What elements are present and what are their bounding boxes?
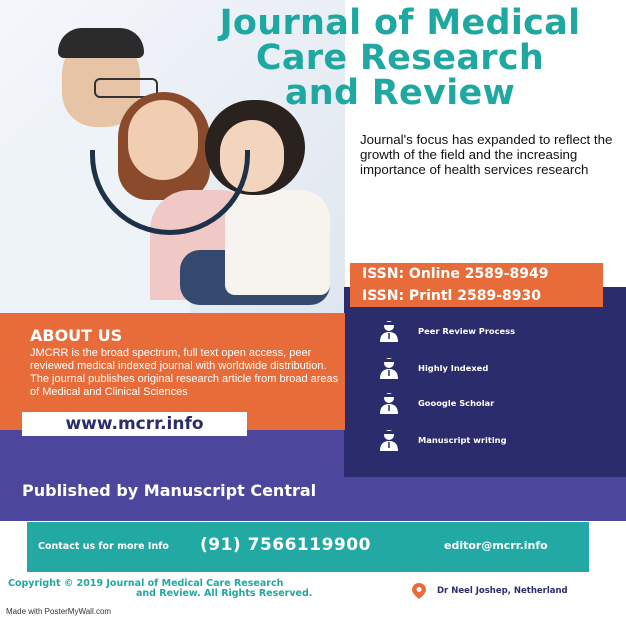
doctor-icon: [378, 392, 400, 414]
feature-label: Manuscript writing: [418, 435, 507, 445]
feature-google-scholar: Gooogle Scholar: [378, 392, 494, 414]
feature-label: Highly Indexed: [418, 363, 489, 373]
girl-shirt: [225, 190, 330, 295]
feature-label: Peer Review Process: [418, 326, 516, 336]
poster-title: Journal of Medical Care Research and Rev…: [174, 6, 626, 111]
issn-print: ISSN: Printl 2589-8930: [350, 285, 603, 307]
focus-description: Journal's focus has expanded to reflect …: [360, 132, 613, 177]
made-with-credit: Made with PosterMyWall.com: [6, 607, 112, 616]
about-body: JMCRR is the broad spectrum, full text o…: [30, 347, 339, 398]
website-link[interactable]: www.mcrr.info: [22, 412, 247, 436]
title-line-2: Care Research: [255, 38, 545, 78]
location-pin-icon: [412, 583, 426, 599]
published-by: Published by Manuscript Central: [22, 481, 317, 500]
title-line-3: and Review: [284, 73, 516, 113]
phone-number[interactable]: (91) 7566119900: [200, 535, 371, 555]
contact-label: Contact us for more Info: [38, 541, 169, 552]
feature-label: Gooogle Scholar: [418, 398, 495, 408]
doctor-icon: [378, 320, 400, 342]
doctor-icon: [378, 357, 400, 379]
feature-peer-review: Peer Review Process: [378, 320, 515, 342]
doctor-icon: [378, 429, 400, 451]
doctor-hair: [58, 28, 144, 58]
location-name: Dr Neel Joshep, Netherland: [437, 586, 568, 596]
email-link[interactable]: editor@mcrr.info: [444, 539, 548, 552]
issn-online: ISSN: Online 2589-8949: [350, 263, 603, 285]
feature-highly-indexed: Highly Indexed: [378, 357, 488, 379]
copyright-line-2: and Review. All Rights Reserved.: [136, 588, 313, 599]
title-line-1: Journal of Medical: [219, 3, 581, 43]
copyright-text: Copyright © 2019 Journal of Medical Care…: [8, 579, 388, 599]
about-heading: ABOUT US: [30, 326, 123, 345]
feature-manuscript-writing: Manuscript writing: [378, 429, 507, 451]
